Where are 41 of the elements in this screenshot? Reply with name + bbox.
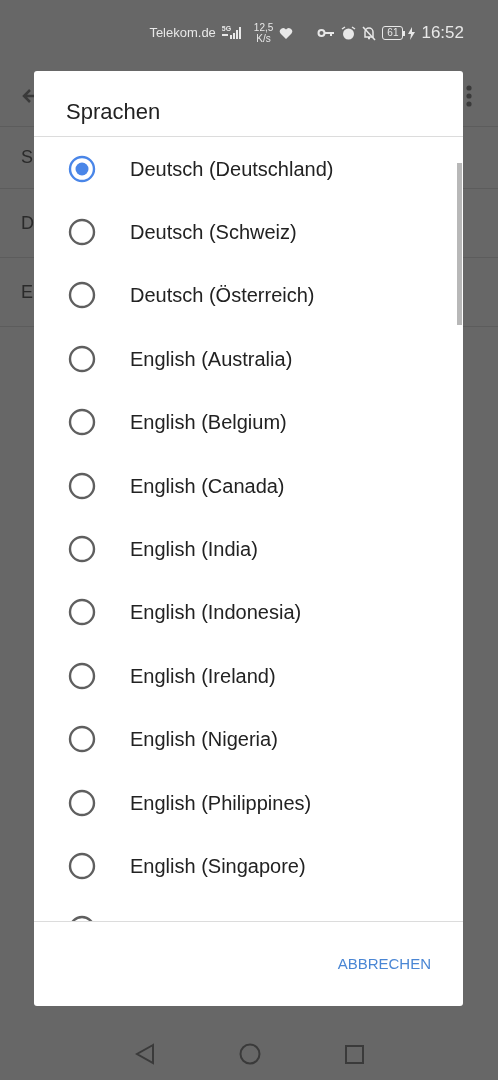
language-option[interactable]: Deutsch (Österreich)	[130, 280, 315, 311]
key-icon	[317, 28, 336, 38]
radio-button[interactable]	[67, 660, 97, 691]
language-option[interactable]: English (Ireland)	[130, 660, 276, 691]
radio-button[interactable]	[67, 597, 97, 628]
scrollbar[interactable]	[457, 163, 462, 325]
language-option[interactable]: English (India)	[130, 534, 258, 565]
charging-icon	[408, 26, 416, 40]
dialog-title: Sprachen	[34, 71, 463, 137]
radio-button[interactable]	[67, 407, 97, 438]
clock-time: 16:52	[421, 22, 464, 45]
radio-button[interactable]	[67, 217, 97, 248]
speed-value: 12,5	[253, 22, 274, 33]
radio-button[interactable]	[67, 280, 97, 311]
heart-icon	[279, 26, 294, 40]
alarm-icon	[341, 25, 357, 41]
carrier-name: Telekom.de	[149, 24, 216, 43]
radio-button[interactable]	[67, 851, 97, 881]
language-option[interactable]: English (Australia)	[130, 343, 293, 374]
speed-unit: K/s	[256, 33, 271, 44]
language-option[interactable]: English (Indonesia)	[130, 597, 302, 628]
radio-button[interactable]	[67, 343, 97, 374]
bell-off-icon	[362, 25, 377, 41]
cancel-button[interactable]: ABBRECHEN	[337, 944, 431, 984]
setting-label: D	[21, 211, 34, 235]
language-option[interactable]: English (Canada)	[130, 470, 285, 501]
radio-button[interactable]	[67, 534, 97, 565]
language-option[interactable]: English (Singapore)	[130, 851, 306, 881]
setting-label: S	[21, 146, 33, 169]
radio-button[interactable]	[67, 787, 97, 818]
radio-button[interactable]	[67, 153, 97, 184]
language-option[interactable]: English (Philippines)	[130, 787, 312, 818]
setting-label: E	[21, 280, 33, 304]
radio-button[interactable]	[67, 724, 97, 755]
language-option[interactable]: Deutsch (Deutschland)	[130, 153, 334, 184]
radio-button[interactable]	[67, 470, 97, 501]
signal-icon	[221, 26, 244, 40]
battery-icon: 61	[382, 26, 406, 40]
language-option[interactable]: Deutsch (Schweiz)	[130, 217, 297, 248]
language-option[interactable]: English (Nigeria)	[130, 724, 278, 755]
language-option[interactable]: English (Belgium)	[130, 407, 287, 438]
